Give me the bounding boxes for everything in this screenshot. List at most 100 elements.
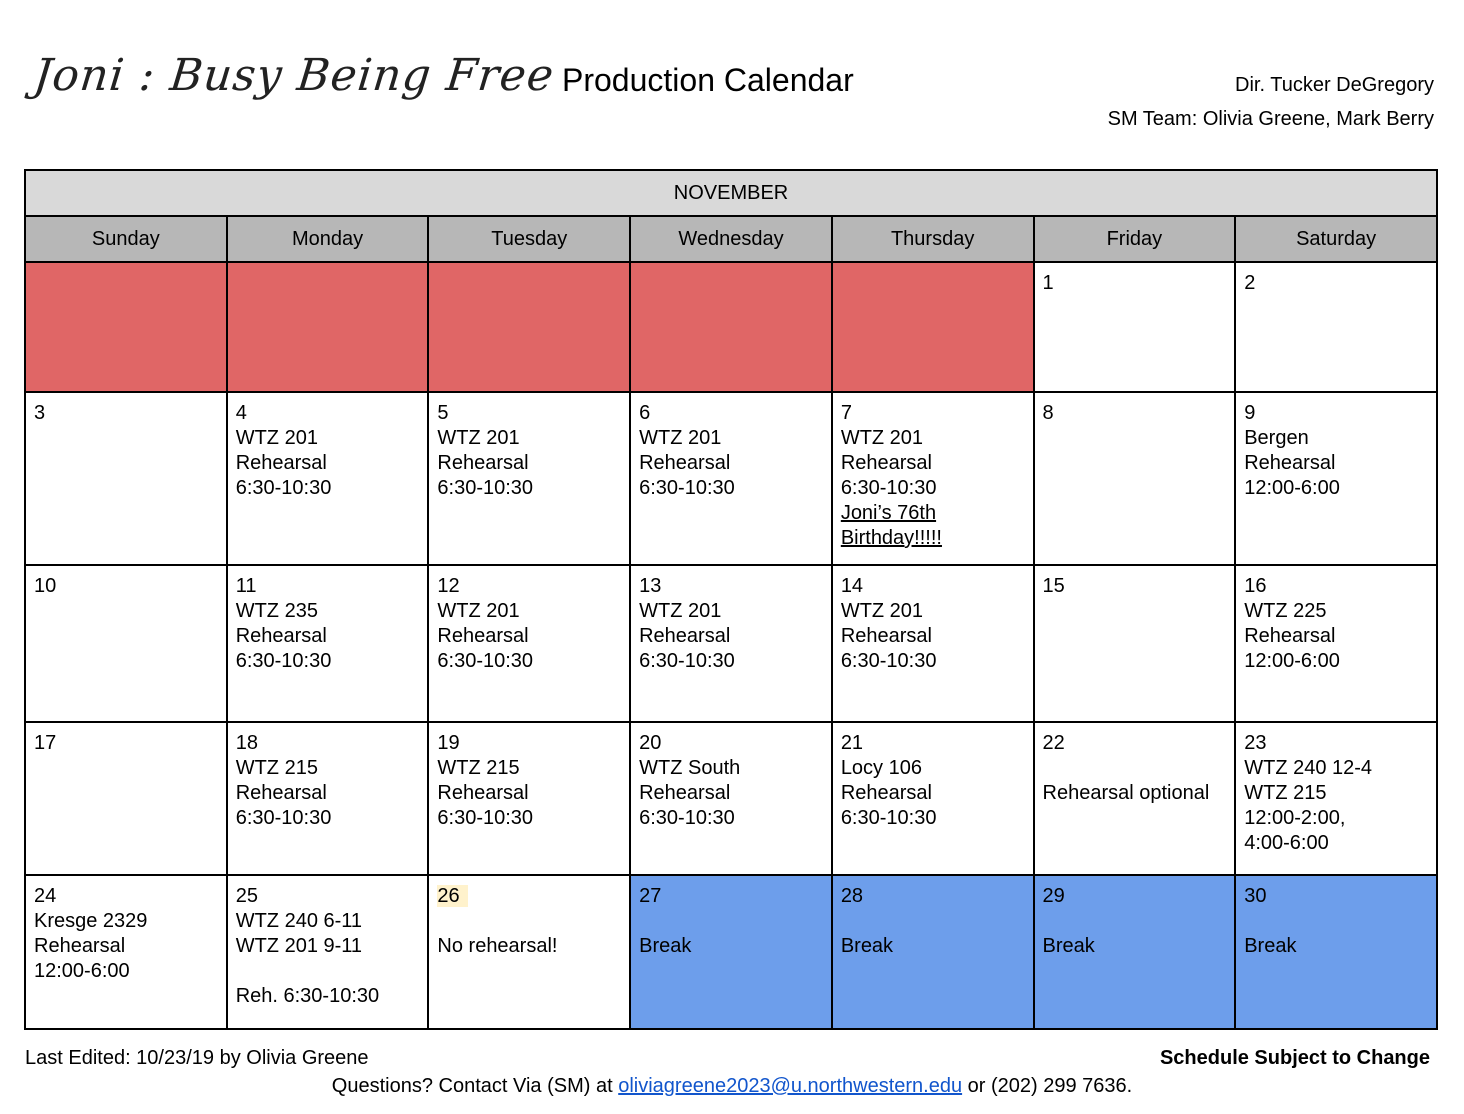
- calendar-day-cell[interactable]: 7 WTZ 201 Rehearsal 6:30-10:30 Joni’s 76th Bi…: [830, 391, 1035, 566]
- event-line: 6:30-10:30: [840, 650, 937, 672]
- calendar-day-cell[interactable]: 30 Break: [1234, 874, 1438, 1030]
- calendar-day-cell[interactable]: 15: [1032, 564, 1237, 723]
- event-line: Rehearsal: [235, 625, 327, 647]
- calendar-day-cell[interactable]: [830, 261, 1035, 393]
- calendar-day-cell[interactable]: 3: [24, 391, 228, 566]
- calendar-day-cell[interactable]: 22 Rehearsal optional: [1032, 721, 1237, 876]
- event-line: WTZ 225: [1244, 600, 1327, 622]
- calendar-day-cell[interactable]: 6 WTZ 201 Rehearsal 6:30-10:30: [629, 391, 833, 566]
- month-header: NOVEMBER: [24, 169, 1438, 217]
- date-number: 11: [235, 575, 257, 597]
- event-line: 6:30-10:30: [235, 807, 332, 829]
- date-number: 2: [1244, 272, 1256, 294]
- day-header-saturday: Saturday: [1234, 215, 1438, 263]
- event-line: Rehearsal: [1244, 452, 1336, 474]
- event-line: WTZ 215: [1244, 782, 1327, 804]
- event-line: 6:30-10:30: [639, 807, 735, 829]
- event-line: Rehearsal: [840, 625, 932, 647]
- event-line: 6:30-10:30: [437, 807, 534, 829]
- date-number: 14: [840, 575, 864, 597]
- calendar-day-cell[interactable]: 12 WTZ 201 Rehearsal 6:30-10:30: [427, 564, 632, 723]
- page-title: Production Calendar: [562, 62, 854, 98]
- event-line: Rehearsal: [235, 782, 327, 804]
- date-number: 10: [34, 575, 57, 597]
- calendar-day-cell[interactable]: 10: [24, 564, 228, 723]
- calendar-day-cell[interactable]: 5 WTZ 201 Rehearsal 6:30-10:30: [427, 391, 632, 566]
- calendar-day-cell[interactable]: 21 Locy 106 Rehearsal 6:30-10:30: [830, 721, 1035, 876]
- calendar-day-cell[interactable]: 13 WTZ 201 Rehearsal 6:30-10:30: [629, 564, 833, 723]
- date-number: 20: [639, 732, 662, 754]
- calendar-day-cell[interactable]: 2: [1234, 261, 1438, 393]
- event-line: Rehearsal: [437, 782, 529, 804]
- calendar-day-cell[interactable]: 11 WTZ 235 Rehearsal 6:30-10:30: [225, 564, 430, 723]
- birthday-note: Joni’s 76th: [840, 502, 937, 524]
- date-number: 15: [1042, 575, 1065, 597]
- event-line: 6:30-10:30: [437, 650, 534, 672]
- contact-line: Questions? Contact Via (SM) at oliviagre…: [0, 1075, 1464, 1098]
- calendar-day-cell[interactable]: 26 No rehearsal!: [427, 874, 632, 1030]
- calendar-day-cell[interactable]: [629, 261, 833, 393]
- calendar-day-cell[interactable]: 19 WTZ 215 Rehearsal 6:30-10:30: [427, 721, 632, 876]
- date-number: 16: [1244, 575, 1267, 597]
- date-number: 1: [1042, 272, 1054, 294]
- contact-suffix: or (202) 299 7636.: [962, 1075, 1133, 1097]
- calendar-day-cell[interactable]: 17: [24, 721, 228, 876]
- calendar-week: 3 4 WTZ 201 Rehearsal 6:30-10:30 5 WTZ 201 Rehe…: [24, 391, 1438, 566]
- event-line: WTZ 201: [639, 600, 722, 622]
- date-number: 30: [1244, 885, 1267, 907]
- event-line: Rehearsal: [34, 935, 126, 957]
- event-line: Rehearsal: [639, 782, 731, 804]
- birthday-note: Birthday!!!!!: [840, 527, 942, 549]
- date-number: 5: [437, 402, 449, 424]
- calendar-day-cell[interactable]: 25 WTZ 240 6-11 WTZ 201 9-11 Reh. 6:30-10:3…: [225, 874, 430, 1030]
- event-line: Rehearsal: [1244, 625, 1336, 647]
- calendar-day-cell[interactable]: 23 WTZ 240 12-4 WTZ 215 12:00-2:00, 4:00-6:0…: [1234, 721, 1438, 876]
- event-line: 6:30-10:30: [235, 650, 332, 672]
- calendar-day-cell[interactable]: 24 Kresge 2329 Rehearsal 12:00-6:00: [24, 874, 228, 1030]
- day-header-thursday: Thursday: [830, 215, 1035, 263]
- event-line: WTZ 215: [437, 757, 520, 779]
- event-line: WTZ 201: [840, 600, 924, 622]
- calendar-day-cell[interactable]: 14 WTZ 201 Rehearsal 6:30-10:30: [830, 564, 1035, 723]
- calendar-day-cell[interactable]: 29 Break: [1032, 874, 1237, 1030]
- email-link[interactable]: oliviagreene2023@u.northwestern.edu: [618, 1075, 962, 1097]
- event-line: 12:00-6:00: [1244, 650, 1340, 672]
- date-number: 13: [639, 575, 662, 597]
- event-line: 12:00-6:00: [34, 960, 130, 982]
- director-credit: Dir. Tucker DeGregory: [1235, 74, 1434, 96]
- event-line: Rehearsal: [840, 782, 932, 804]
- calendar-day-cell[interactable]: 1: [1032, 261, 1237, 393]
- calendar-day-cell[interactable]: 9 Bergen Rehearsal 12:00-6:00: [1234, 391, 1438, 566]
- event-line: WTZ 201: [437, 600, 520, 622]
- event-line: Break: [1042, 935, 1095, 957]
- date-number: 24: [34, 885, 57, 907]
- event-line: Kresge 2329: [34, 910, 148, 932]
- event-line: 6:30-10:30: [437, 477, 534, 499]
- calendar-day-cell[interactable]: 18 WTZ 215 Rehearsal 6:30-10:30: [225, 721, 430, 876]
- calendar-day-cell[interactable]: 27 Break: [629, 874, 833, 1030]
- last-edited-note: Last Edited: 10/23/19 by Olivia Greene: [25, 1047, 369, 1069]
- calendar-day-cell[interactable]: 28 Break: [830, 874, 1035, 1030]
- date-number: 4: [235, 402, 247, 424]
- calendar-week: 24 Kresge 2329 Rehearsal 12:00-6:00 25 WTZ 24…: [24, 874, 1438, 1030]
- event-line: Rehearsal optional: [1042, 782, 1210, 804]
- date-number: 8: [1042, 402, 1054, 424]
- day-header-wednesday: Wednesday: [629, 215, 833, 263]
- day-header-monday: Monday: [225, 215, 430, 263]
- calendar-week: 17 18 WTZ 215 Rehearsal 6:30-10:30 19 WTZ 215 R…: [24, 721, 1438, 876]
- calendar-day-cell[interactable]: 16 WTZ 225 Rehearsal 12:00-6:00: [1234, 564, 1438, 723]
- calendar-day-cell[interactable]: 8: [1032, 391, 1237, 566]
- date-number: 6: [639, 402, 651, 424]
- calendar-day-cell[interactable]: 20 WTZ South Rehearsal 6:30-10:30: [629, 721, 833, 876]
- calendar-day-cell[interactable]: 4 WTZ 201 Rehearsal 6:30-10:30: [225, 391, 430, 566]
- schedule-disclaimer: Schedule Subject to Change: [1159, 1047, 1430, 1069]
- date-number: 12: [437, 575, 460, 597]
- event-line: 6:30-10:30: [840, 477, 937, 499]
- event-line: Locy 106: [840, 757, 922, 779]
- calendar-week: 12: [24, 261, 1438, 393]
- event-line: Rehearsal: [437, 625, 529, 647]
- event-line: 12:00-6:00: [1244, 477, 1340, 499]
- calendar-day-cell[interactable]: [427, 261, 632, 393]
- calendar-day-cell[interactable]: [225, 261, 430, 393]
- calendar-day-cell[interactable]: [24, 261, 228, 393]
